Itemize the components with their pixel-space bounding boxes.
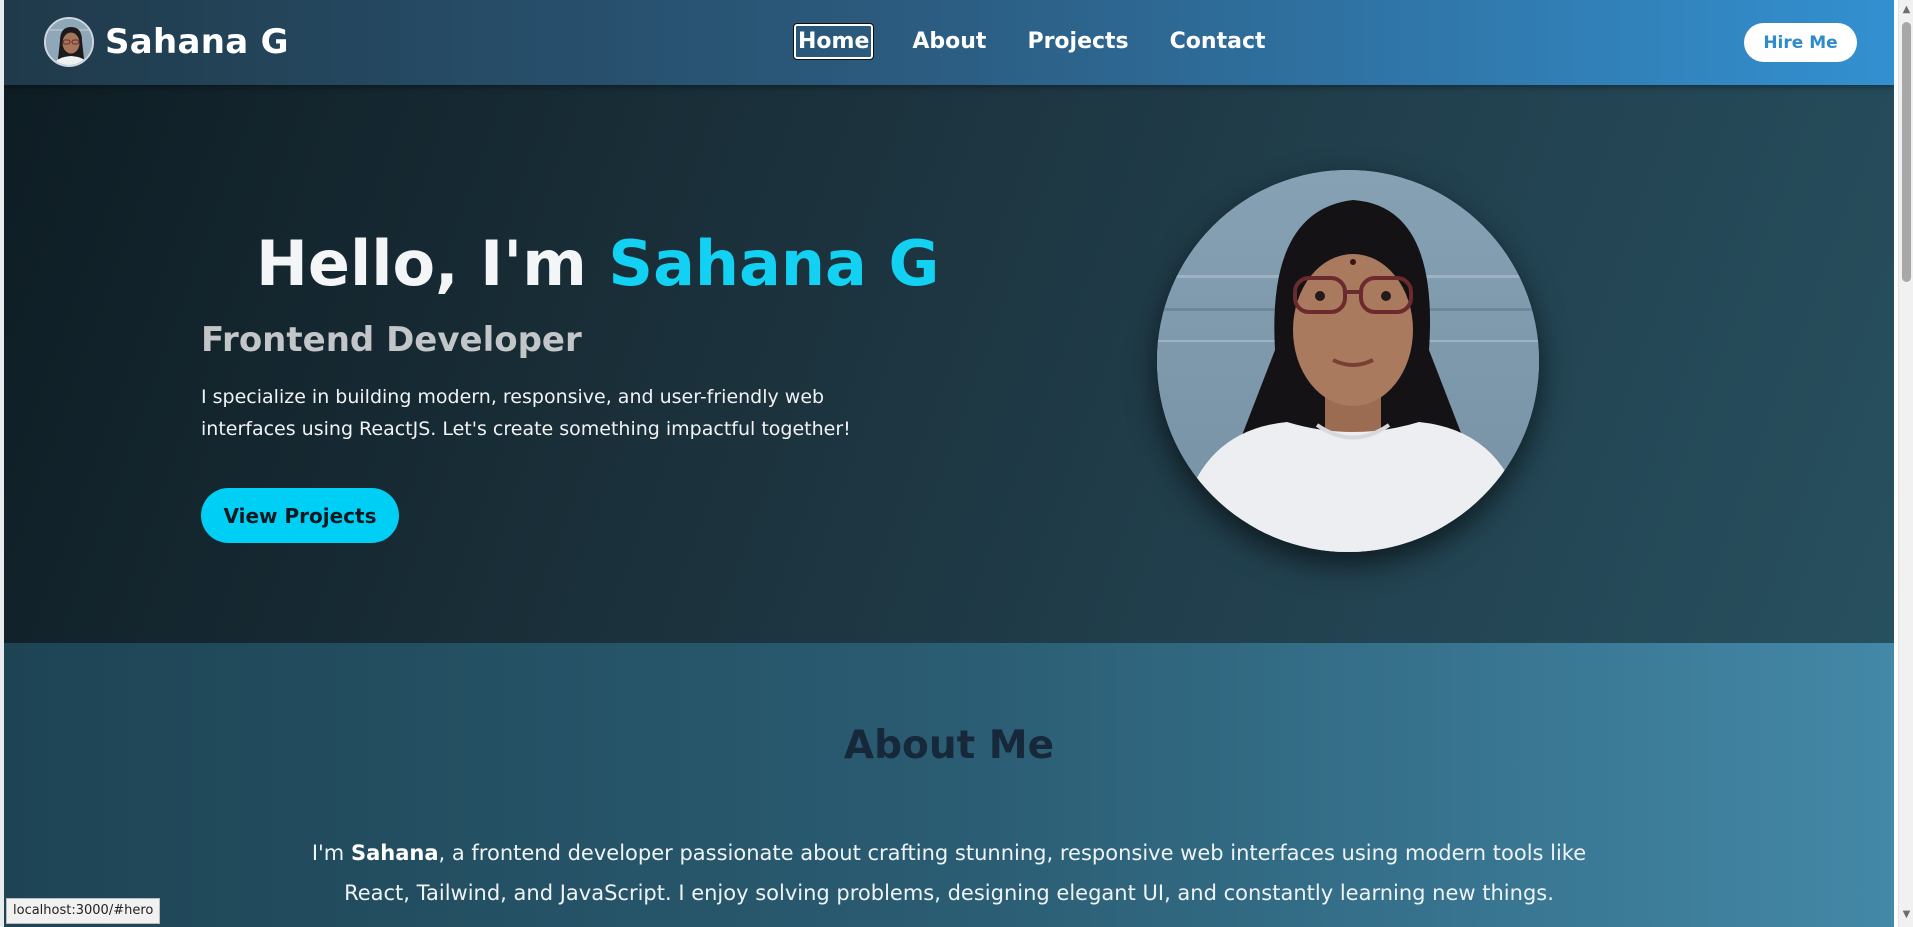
hero-greeting: Hello, I'm xyxy=(256,227,587,300)
nav-home[interactable]: Home xyxy=(792,23,875,60)
hire-me-button[interactable]: Hire Me xyxy=(1744,23,1857,62)
vertical-scrollbar[interactable]: ▲ ▼ xyxy=(1898,0,1913,927)
hero-section: Hello, I'm Sahana G Frontend Developer I… xyxy=(4,85,1894,643)
nav-links: Home About Projects Contact xyxy=(792,23,1304,60)
nav-contact[interactable]: Contact xyxy=(1167,25,1269,58)
about-name: Sahana xyxy=(350,841,439,865)
profile-portrait-image xyxy=(1157,170,1539,552)
hero-title: Hello, I'm Sahana G xyxy=(256,227,939,300)
about-text: I'm Sahana, a frontend developer passion… xyxy=(299,833,1599,913)
hero-description: I specialize in building modern, respons… xyxy=(201,386,851,440)
about-body: , a frontend developer passionate about … xyxy=(344,841,1587,905)
scrollbar-thumb[interactable] xyxy=(1902,22,1911,282)
hero-role: Frontend Developer xyxy=(201,320,582,360)
nav-projects[interactable]: Projects xyxy=(1024,25,1131,58)
hero-name: Sahana G xyxy=(608,227,940,300)
profile-photo xyxy=(1157,170,1539,552)
brand-avatar xyxy=(44,17,94,67)
brand-name: Sahana G xyxy=(105,22,289,62)
brand[interactable]: Sahana G xyxy=(44,17,289,67)
nav-about[interactable]: About xyxy=(909,25,989,58)
about-title: About Me xyxy=(843,723,1055,768)
about-intro: I'm xyxy=(311,841,345,865)
view-projects-button[interactable]: View Projects xyxy=(201,488,399,543)
scroll-down-arrow-icon[interactable]: ▼ xyxy=(1902,909,1911,921)
about-section: About Me I'm Sahana, a frontend develope… xyxy=(4,643,1894,927)
page: Sahana G Home About Projects Contact Hir… xyxy=(4,0,1894,927)
navbar: Sahana G Home About Projects Contact Hir… xyxy=(4,0,1894,85)
scroll-up-arrow-icon[interactable]: ▲ xyxy=(1902,4,1911,16)
avatar-portrait-image xyxy=(46,19,92,65)
status-bar-url: localhost:3000/#hero xyxy=(6,898,161,924)
